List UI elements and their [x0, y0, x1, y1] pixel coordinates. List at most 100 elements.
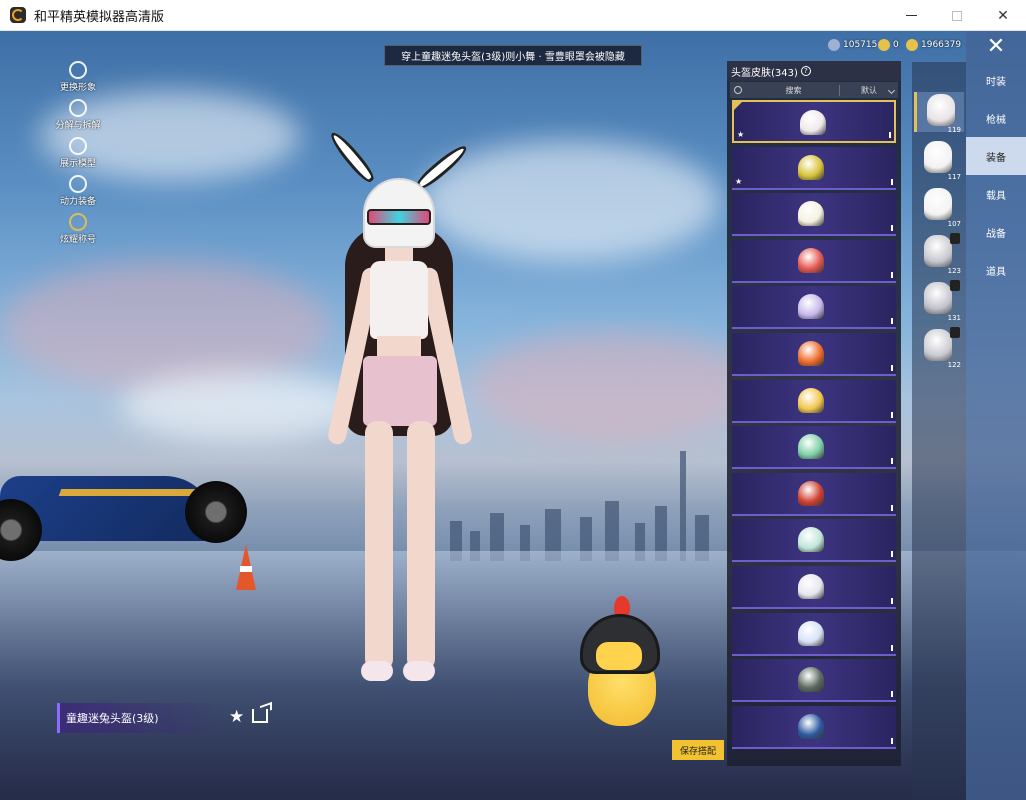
- skin-card[interactable]: ★: [732, 100, 896, 143]
- gold-coin-icon: [878, 39, 890, 51]
- points-coin-icon: [906, 39, 918, 51]
- skin-card[interactable]: [732, 239, 896, 283]
- helmet-icon: [798, 667, 824, 693]
- preset-thumbnail: [924, 282, 952, 314]
- kart-vehicle: [0, 431, 250, 591]
- preset-thumbnail: [924, 329, 952, 361]
- window-title: 和平精英模拟器高清版: [34, 9, 165, 25]
- preset-column: 119 117 107 123 131 122: [912, 62, 966, 800]
- close-window-button[interactable]: ✕: [980, 0, 1026, 31]
- search-bar: 搜索 默认: [730, 82, 898, 98]
- helmet-icon: [798, 713, 824, 739]
- skin-card[interactable]: [732, 332, 896, 376]
- preset-slot[interactable]: 122: [914, 327, 964, 369]
- category-tab[interactable]: 枪械: [966, 99, 1026, 137]
- skin-card[interactable]: ★: [732, 146, 896, 190]
- level-tick: [891, 271, 893, 278]
- preset-thumbnail: [924, 141, 952, 173]
- category-tab[interactable]: 时装: [966, 61, 1026, 99]
- sort-dropdown[interactable]: 默认: [840, 85, 898, 96]
- helmet-skin-panel: 头盔皮肤(343) ? 搜索 默认 ★ ★: [727, 61, 901, 766]
- search-input[interactable]: 搜索: [748, 84, 840, 96]
- selected-corner-icon: [734, 102, 742, 110]
- level-tick: [891, 737, 893, 744]
- lock-icon: [950, 280, 960, 291]
- maximize-button[interactable]: [934, 0, 980, 31]
- skin-card[interactable]: [732, 565, 896, 609]
- category-tab[interactable]: 装备: [966, 137, 1026, 175]
- helmet-icon: [798, 434, 824, 460]
- level-tick: [891, 551, 893, 558]
- level-tick: [891, 225, 893, 232]
- skin-card[interactable]: [732, 705, 896, 749]
- lock-icon: [950, 233, 960, 244]
- level-tick: [891, 504, 893, 511]
- skin-card[interactable]: [732, 519, 896, 563]
- skin-card[interactable]: [732, 472, 896, 516]
- preset-slot[interactable]: 117: [914, 139, 964, 181]
- star-icon: ★: [737, 130, 745, 139]
- lock-icon: [950, 327, 960, 338]
- character-model[interactable]: [285, 128, 515, 716]
- level-tick: [891, 458, 893, 465]
- save-outfit-button[interactable]: 保存搭配: [672, 740, 724, 760]
- equipped-item-name: 童趣迷兔头盔(3级): [57, 703, 227, 733]
- preset-count: 119: [947, 126, 961, 134]
- chick-pet: [578, 596, 663, 736]
- helmet-icon: [798, 340, 824, 366]
- currency-gold: 0: [878, 39, 899, 51]
- helmet-icon: [798, 573, 824, 599]
- helmet-icon: [798, 620, 824, 646]
- tool-title[interactable]: 炫耀称号: [48, 213, 108, 245]
- maximize-icon: [952, 10, 962, 21]
- level-tick: [891, 691, 893, 698]
- window-titlebar: 和平精英模拟器高清版 ✕: [0, 0, 1026, 31]
- shield-icon: [69, 175, 87, 193]
- level-tick: [891, 411, 893, 418]
- star-icon: ★: [735, 176, 743, 186]
- skin-card[interactable]: [732, 659, 896, 703]
- preset-slot[interactable]: 131: [914, 280, 964, 322]
- tool-column: 更换形象 分解与拆解 展示模型 动力装备 炫耀称号: [48, 61, 108, 251]
- skin-card[interactable]: [732, 379, 896, 423]
- preset-slot[interactable]: 123: [914, 233, 964, 275]
- skin-card[interactable]: [732, 193, 896, 237]
- category-tab[interactable]: 载具: [966, 175, 1026, 213]
- skin-list: ★ ★: [727, 100, 901, 749]
- preset-count: 107: [947, 220, 961, 228]
- share-icon[interactable]: [252, 709, 268, 723]
- tool-show-model[interactable]: 展示模型: [48, 137, 108, 169]
- preset-slot[interactable]: 119: [914, 92, 964, 134]
- helmet-icon: [798, 480, 824, 506]
- hint-banner: 穿上童趣迷兔头盔(3级)则小舞 · 雪豊眼罩会被隐藏: [384, 45, 642, 66]
- helmet-icon: [798, 294, 824, 320]
- close-icon: ✕: [986, 33, 1006, 59]
- help-icon[interactable]: ?: [800, 66, 811, 76]
- helmet-icon: [798, 154, 824, 180]
- puzzle-icon: [69, 99, 87, 117]
- skin-card[interactable]: [732, 286, 896, 330]
- favorite-star-icon[interactable]: ★: [229, 707, 244, 727]
- skin-card[interactable]: [732, 426, 896, 470]
- panel-header: 头盔皮肤(343) ?: [727, 61, 901, 81]
- chevron-down-icon: [887, 86, 896, 94]
- tool-change-look[interactable]: 更换形象: [48, 61, 108, 93]
- helmet-icon: [798, 201, 824, 227]
- helmet-icon: [800, 110, 826, 135]
- preset-slot[interactable]: 107: [914, 186, 964, 228]
- preset-count: 122: [947, 361, 961, 369]
- category-tab[interactable]: 道具: [966, 251, 1026, 289]
- currency-points: 1966379: [906, 39, 961, 51]
- helmet-icon: [798, 387, 824, 413]
- minimize-button[interactable]: [888, 0, 934, 31]
- tool-power-gear[interactable]: 动力装备: [48, 175, 108, 207]
- badge-icon: [69, 213, 87, 231]
- close-wardrobe-button[interactable]: ✕: [966, 31, 1026, 61]
- tool-disassemble[interactable]: 分解与拆解: [48, 99, 108, 131]
- category-tab[interactable]: 战备: [966, 213, 1026, 251]
- level-tick: [891, 318, 893, 325]
- preset-thumbnail: [924, 188, 952, 220]
- skin-card[interactable]: [732, 612, 896, 656]
- silver-coin-icon: [828, 39, 840, 51]
- helmet-icon: [798, 247, 824, 273]
